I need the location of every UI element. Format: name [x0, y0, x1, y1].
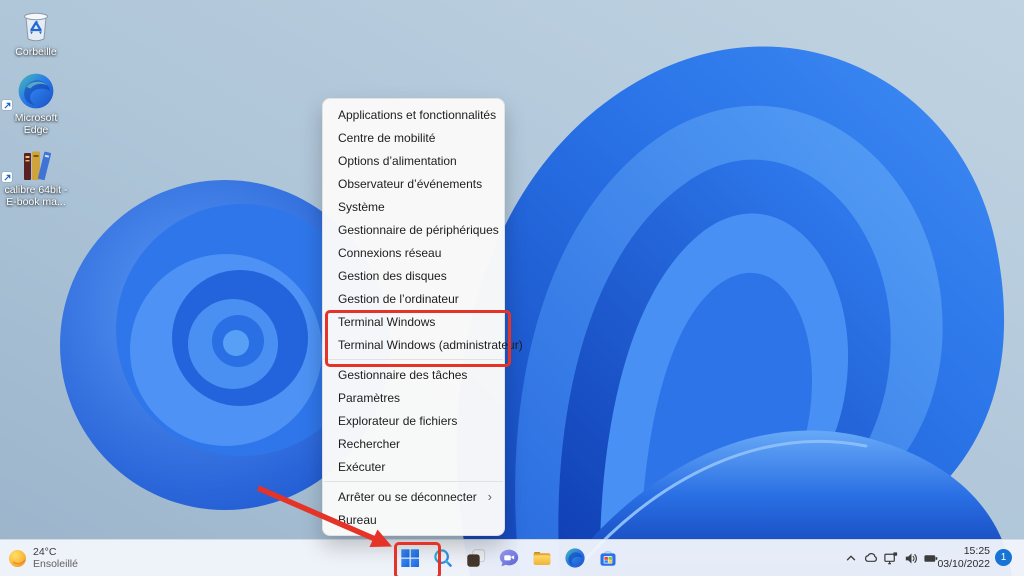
- windows-logo-icon: [401, 549, 419, 567]
- chat-button[interactable]: [497, 546, 521, 570]
- menu-item-windows-terminal-admin[interactable]: Terminal Windows (administrateur): [323, 333, 523, 356]
- desktop-icon-microsoft-edge[interactable]: Microsoft Edge: [2, 70, 70, 136]
- shortcut-arrow-icon: [2, 100, 12, 110]
- weather-condition: Ensoleillé: [33, 558, 78, 570]
- search-button[interactable]: [431, 546, 455, 570]
- clock-date: 03/10/2022: [937, 558, 990, 570]
- menu-item-device-manager[interactable]: Gestionnaire de périphériques: [323, 218, 504, 241]
- edge-button[interactable]: [563, 546, 587, 570]
- menu-item-settings[interactable]: Paramètres: [323, 386, 504, 409]
- menu-item-desktop[interactable]: Bureau: [323, 508, 504, 531]
- menu-item-search[interactable]: Rechercher: [323, 432, 504, 455]
- menu-item-power-options[interactable]: Options d’alimentation: [323, 149, 504, 172]
- edge-icon: [565, 548, 585, 568]
- task-view-icon: [467, 549, 486, 567]
- teams-chat-icon: [499, 549, 519, 567]
- notification-count: 1: [1000, 552, 1007, 563]
- menu-item-mobility-center[interactable]: Centre de mobilité: [323, 126, 504, 149]
- notification-badge[interactable]: 1: [995, 549, 1012, 566]
- clock[interactable]: 15:25 03/10/2022: [936, 545, 990, 571]
- file-explorer-button[interactable]: [530, 546, 554, 570]
- microsoft-store-icon: [600, 550, 616, 566]
- system-tray: [843, 540, 939, 576]
- menu-item-task-manager[interactable]: Gestionnaire des tâches: [323, 363, 504, 386]
- folder-icon: [533, 552, 551, 565]
- menu-item-system[interactable]: Système: [323, 195, 504, 218]
- shortcut-arrow-icon: [2, 172, 12, 182]
- microsoft-store-button[interactable]: [596, 546, 620, 570]
- submenu-chevron-icon: ›: [487, 489, 492, 504]
- hidden-icons-chevron[interactable]: [843, 550, 859, 566]
- menu-item-windows-terminal[interactable]: Terminal Windows: [323, 310, 504, 333]
- menu-separator: [324, 481, 503, 482]
- taskbar: 24°C Ensoleillé 15:25 03/10/2022: [0, 539, 1024, 576]
- calibre-books-icon: [2, 144, 70, 182]
- widgets-weather-button[interactable]: 24°C Ensoleillé: [8, 542, 78, 574]
- menu-item-run[interactable]: Exécuter: [323, 455, 504, 478]
- start-button[interactable]: [398, 546, 422, 570]
- network-display-icon[interactable]: [883, 550, 899, 566]
- onedrive-cloud-icon[interactable]: [863, 550, 879, 566]
- menu-item-network-connections[interactable]: Connexions réseau: [323, 241, 504, 264]
- desktop-icon-recycle-bin[interactable]: Corbeille: [2, 6, 70, 58]
- menu-item-shutdown-signout[interactable]: Arrêter ou se déconnecter ›: [323, 485, 504, 508]
- clock-time: 15:25: [963, 545, 990, 557]
- recycle-bin-icon: [2, 6, 70, 44]
- menu-item-computer-management[interactable]: Gestion de l’ordinateur: [323, 287, 504, 310]
- taskbar-center-buttons: [398, 542, 620, 574]
- menu-item-file-explorer[interactable]: Explorateur de fichiers: [323, 409, 504, 432]
- task-view-button[interactable]: [464, 546, 488, 570]
- edge-icon: [2, 70, 70, 110]
- desktop-icon-label: Microsoft Edge: [14, 112, 58, 136]
- weather-temperature: 24°C: [33, 546, 57, 558]
- menu-item-disk-management[interactable]: Gestion des disques: [323, 264, 504, 287]
- desktop: Corbeille Microsoft Edge calibre 64bit -…: [0, 0, 1024, 576]
- menu-item-event-viewer[interactable]: Observateur d’événements: [323, 172, 504, 195]
- search-icon: [434, 549, 452, 567]
- windows11-bloom-wallpaper: [0, 0, 1024, 576]
- desktop-icon-label: calibre 64bit -: [4, 184, 68, 196]
- desktop-icon-calibre[interactable]: calibre 64bit - E-book ma...: [2, 144, 70, 208]
- desktop-icon-label-line2: E-book ma...: [6, 196, 66, 208]
- desktop-icon-label: Corbeille: [15, 46, 57, 58]
- winx-context-menu: Applications et fonctionnalités Centre d…: [322, 98, 523, 536]
- volume-icon[interactable]: [903, 550, 919, 566]
- sun-icon: [9, 549, 26, 567]
- menu-separator: [324, 359, 503, 360]
- menu-item-apps-features[interactable]: Applications et fonctionnalités: [323, 103, 504, 126]
